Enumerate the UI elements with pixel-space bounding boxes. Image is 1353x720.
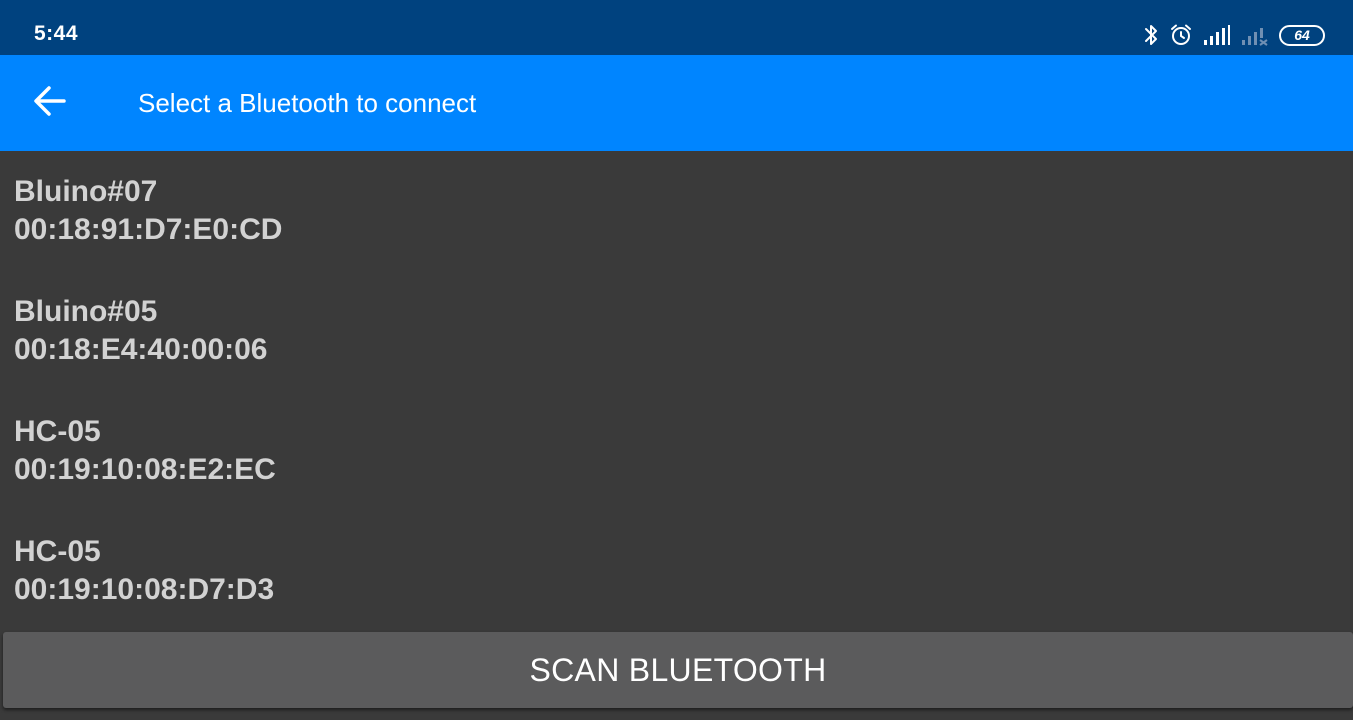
device-address: 00:19:10:08:E2:EC: [14, 453, 276, 486]
device-name: Bluino#05: [14, 295, 158, 328]
page-title: Select a Bluetooth to connect: [138, 88, 477, 118]
back-button[interactable]: [22, 81, 78, 125]
list-item-device[interactable]: Bluino#05 00:18:E4:40:00:06: [0, 271, 1353, 391]
scan-bluetooth-button[interactable]: SCAN BLUETOOTH: [3, 632, 1353, 708]
battery-level: 64: [1294, 27, 1310, 43]
device-name: Bluino#07: [14, 175, 158, 208]
status-time: 5:44: [34, 22, 79, 45]
device-list: Bluino#07 00:18:91:D7:E0:CD Bluino#05 00…: [0, 151, 1353, 631]
signal-no-service-icon: [1241, 24, 1269, 46]
arrow-left-icon: [33, 84, 67, 123]
battery-icon: 64: [1279, 24, 1325, 46]
list-item-device[interactable]: HC-05 00:19:10:08:E2:EC: [0, 391, 1353, 511]
list-item-device[interactable]: HC-05 00:19:10:08:D7:D3: [0, 511, 1353, 631]
alarm-icon: [1169, 23, 1193, 47]
signal-icon: [1203, 24, 1231, 46]
device-name: HC-05: [14, 415, 101, 448]
device-address: 00:19:10:08:D7:D3: [14, 573, 275, 606]
device-address: 00:18:91:D7:E0:CD: [14, 213, 283, 246]
list-item-device[interactable]: Bluino#07 00:18:91:D7:E0:CD: [0, 151, 1353, 271]
device-address: 00:18:E4:40:00:06: [14, 333, 268, 366]
status-icons: 64: [1143, 22, 1325, 48]
app-bar: Select a Bluetooth to connect: [0, 55, 1353, 151]
status-bar: 5:44 64: [0, 0, 1353, 55]
bluetooth-icon: [1143, 23, 1159, 47]
device-name: HC-05: [14, 535, 101, 568]
